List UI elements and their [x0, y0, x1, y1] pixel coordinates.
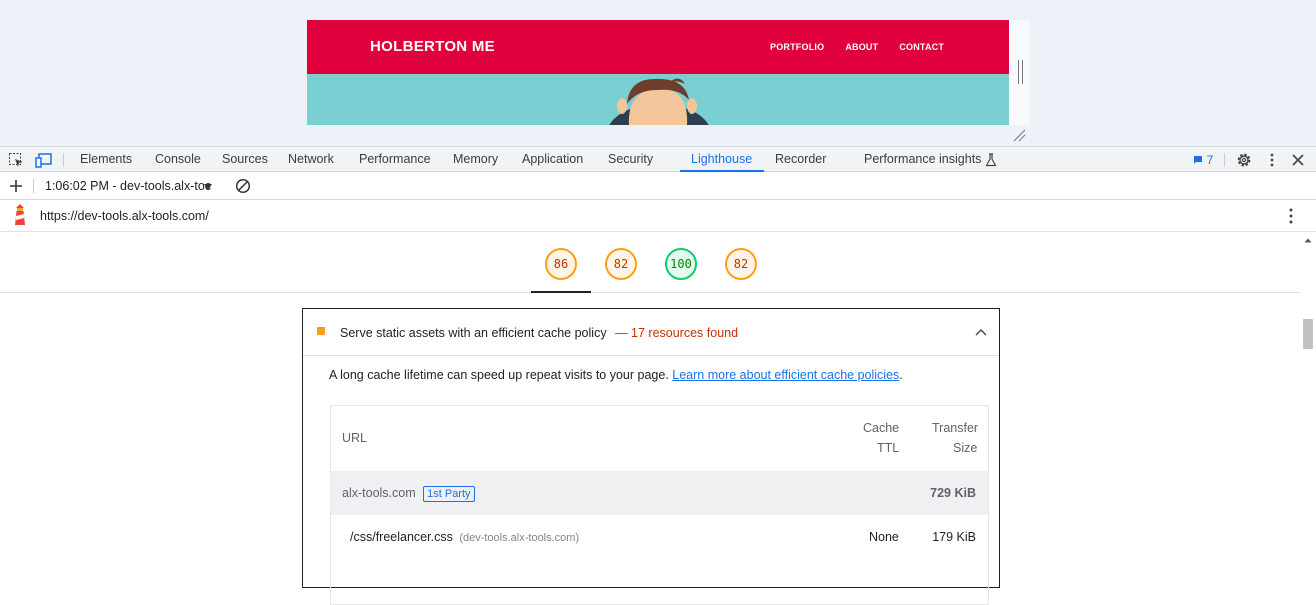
- site-nav: PORTFOLIO ABOUT CONTACT: [770, 42, 965, 52]
- resize-corner-icon[interactable]: [1012, 128, 1026, 142]
- settings-gear-icon[interactable]: [1235, 151, 1253, 169]
- tab-application[interactable]: Application: [522, 147, 583, 172]
- issues-counter[interactable]: 7: [1190, 151, 1216, 169]
- inspect-element-icon[interactable]: [7, 151, 25, 169]
- website-preview[interactable]: HOLBERTON ME PORTFOLIO ABOUT CONTACT: [307, 20, 1029, 125]
- new-report-icon[interactable]: [7, 177, 25, 195]
- report-url[interactable]: https://dev-tools.alx-tools.com/: [40, 209, 209, 223]
- site-nav-contact[interactable]: CONTACT: [899, 42, 944, 52]
- audit-summary: — 17 resources found: [615, 326, 739, 340]
- more-options-icon[interactable]: [1263, 151, 1281, 169]
- scroll-grip-icon[interactable]: [1018, 60, 1023, 84]
- dropdown-arrow-icon[interactable]: [202, 178, 214, 196]
- tab-lighthouse[interactable]: Lighthouse: [691, 147, 752, 172]
- gauge-best-practices[interactable]: 100: [664, 247, 698, 281]
- gauge-performance[interactable]: 86: [544, 247, 578, 281]
- row-url-path: /css/freelancer.css: [350, 530, 453, 544]
- row-url-host: (dev-tools.alx-tools.com): [459, 532, 580, 544]
- toolbar-divider: [33, 179, 34, 193]
- tab-console[interactable]: Console: [155, 147, 201, 172]
- lighthouse-url-bar: https://dev-tools.alx-tools.com/: [0, 200, 1316, 232]
- gauge-seo[interactable]: 82: [724, 247, 758, 281]
- close-devtools-icon[interactable]: [1289, 151, 1307, 169]
- scroll-up-arrow-icon[interactable]: [1300, 235, 1316, 247]
- tab-recorder[interactable]: Recorder: [775, 147, 826, 172]
- group-domain-text: alx-tools.com: [342, 486, 416, 500]
- report-selector[interactable]: 1:06:02 PM - dev-tools.alx-toc: [45, 179, 211, 193]
- report-scrollbar[interactable]: [1300, 233, 1316, 570]
- audit-title-text: Serve static assets with an efficient ca…: [340, 326, 607, 340]
- tab-security[interactable]: Security: [608, 147, 653, 172]
- column-header-transfer-line2: Size: [953, 441, 978, 455]
- gauge-score: 82: [733, 257, 749, 271]
- gauge-accessibility[interactable]: 82: [604, 247, 638, 281]
- toolbar-divider: [1224, 153, 1225, 167]
- group-transfer-size: 729 KiB: [930, 486, 976, 500]
- tab-elements[interactable]: Elements: [80, 147, 132, 172]
- tab-performance-insights[interactable]: Performance insights: [864, 147, 981, 172]
- scrollbar-thumb[interactable]: [1303, 319, 1313, 349]
- gauge-score: 82: [613, 257, 629, 271]
- audit-description: A long cache lifetime can speed up repea…: [329, 368, 903, 382]
- score-gauges-bar: 86 82 100 82: [0, 233, 1300, 293]
- experimental-flask-icon: [982, 151, 1000, 169]
- lighthouse-logo-icon: [11, 204, 29, 225]
- tab-sources[interactable]: Sources: [222, 147, 268, 172]
- first-party-badge: 1st Party: [423, 486, 475, 502]
- report-menu-icon[interactable]: [1282, 207, 1300, 225]
- collapse-chevron-icon[interactable]: [975, 328, 987, 336]
- site-nav-portfolio[interactable]: PORTFOLIO: [770, 42, 824, 52]
- lighthouse-toolbar: 1:06:02 PM - dev-tools.alx-toc: [0, 172, 1316, 200]
- audit-description-text: A long cache lifetime can speed up repea…: [329, 368, 669, 382]
- row-cache-ttl: None: [869, 530, 899, 544]
- device-toolbar-icon[interactable]: [35, 151, 53, 169]
- column-header-transfer-line1: Transfer: [932, 421, 979, 435]
- site-scrollbar[interactable]: [1009, 20, 1029, 125]
- learn-more-link[interactable]: Learn more about efficient cache policie…: [672, 368, 899, 382]
- report-selector-label: 1:06:02 PM - dev-tools.alx-toc: [45, 179, 212, 193]
- site-nav-about[interactable]: ABOUT: [845, 42, 878, 52]
- column-header-cache-ttl-line1: Cache: [863, 421, 900, 435]
- site-hero: [307, 74, 1009, 125]
- table-header: URL Cache TTL Transfer Size: [331, 406, 988, 470]
- clear-reports-icon[interactable]: [234, 177, 252, 195]
- toolbar-divider: [63, 153, 64, 167]
- avatar-illustration: [609, 78, 709, 125]
- gauge-score: 100: [670, 257, 692, 271]
- gauge-score: 86: [553, 257, 569, 271]
- row-url[interactable]: /css/freelancer.css (dev-tools.alx-tools…: [350, 530, 579, 544]
- table-group-row[interactable]: alx-tools.com 1st Party 729 KiB: [331, 471, 988, 515]
- active-gauge-indicator: [531, 291, 591, 293]
- group-domain: alx-tools.com 1st Party: [342, 486, 475, 502]
- audit-details-table: URL Cache TTL Transfer Size alx-tools.co…: [330, 405, 989, 605]
- tab-performance[interactable]: Performance: [359, 147, 431, 172]
- audit-title: Serve static assets with an efficient ca…: [340, 326, 738, 340]
- issues-icon: [1193, 156, 1202, 164]
- audit-description-end: .: [899, 368, 903, 382]
- table-row[interactable]: /css/freelancer.css (dev-tools.alx-tools…: [331, 515, 988, 559]
- site-header: HOLBERTON ME PORTFOLIO ABOUT CONTACT: [307, 20, 1009, 74]
- tab-network[interactable]: Network: [288, 147, 334, 172]
- site-brand[interactable]: HOLBERTON ME: [370, 38, 495, 55]
- audit-header[interactable]: Serve static assets with an efficient ca…: [303, 309, 999, 356]
- column-header-cache-ttl-line2: TTL: [877, 441, 900, 455]
- issues-count: 7: [1206, 153, 1214, 167]
- page-viewport-area: HOLBERTON ME PORTFOLIO ABOUT CONTACT: [0, 0, 1316, 146]
- row-transfer-size: 179 KiB: [932, 530, 976, 544]
- tab-memory[interactable]: Memory: [453, 147, 498, 172]
- devtools-tabbar: Elements Console Sources Network Perform…: [0, 146, 1316, 172]
- audit-cache-policy: Serve static assets with an efficient ca…: [302, 308, 1000, 605]
- audit-status-marker-icon: [317, 327, 325, 335]
- column-header-url: URL: [342, 431, 368, 445]
